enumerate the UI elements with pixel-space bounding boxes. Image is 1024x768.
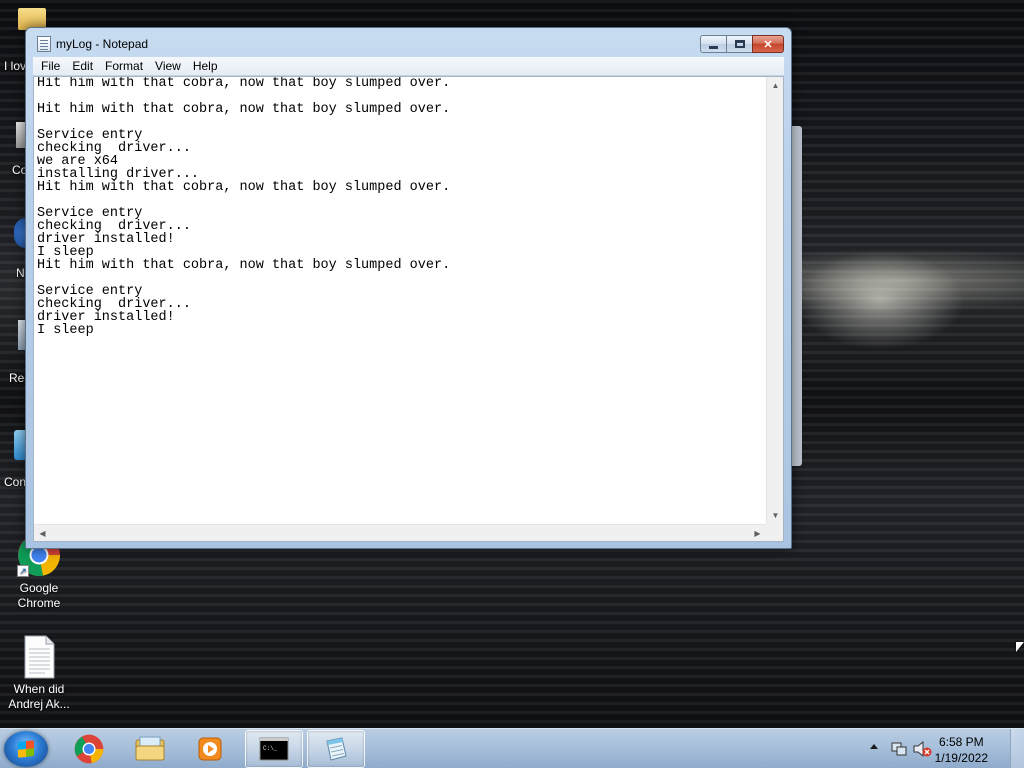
menu-file[interactable]: File bbox=[33, 59, 66, 73]
log-line: Hit him with that cobra, now that boy sl… bbox=[37, 180, 451, 195]
taskbar-chrome-button[interactable] bbox=[60, 730, 118, 768]
restore-icon bbox=[734, 40, 745, 48]
network-icon[interactable] bbox=[890, 740, 908, 758]
shortcut-arrow-icon: ↗ bbox=[17, 565, 29, 577]
desktop-icon-label: Chrome bbox=[17, 596, 61, 610]
close-icon: ✕ bbox=[763, 38, 773, 51]
desktop-icon-label: Andrej Ak... bbox=[8, 697, 70, 711]
clock-time: 6:58 PM bbox=[938, 735, 984, 749]
log-line: driver installed! bbox=[37, 232, 175, 247]
window-title: myLog - Notepad bbox=[56, 37, 149, 51]
caption-buttons: ✕ bbox=[700, 35, 784, 53]
taskbar-cmd-button[interactable]: C:\_ bbox=[245, 730, 303, 768]
minimize-icon bbox=[709, 45, 718, 49]
command-prompt-icon: C:\_ bbox=[259, 737, 289, 761]
menu-view[interactable]: View bbox=[149, 59, 187, 73]
show-desktop-button[interactable] bbox=[1010, 729, 1024, 768]
menu-format[interactable]: Format bbox=[99, 59, 149, 73]
log-line: checking driver... bbox=[37, 141, 191, 156]
minimize-button[interactable] bbox=[700, 35, 727, 53]
show-hidden-icons-icon[interactable] bbox=[870, 744, 878, 749]
clock-date: 1/19/2022 bbox=[934, 751, 988, 765]
svg-text:C:\_: C:\_ bbox=[263, 745, 278, 752]
scroll-right-arrow-icon[interactable]: ▶ bbox=[749, 525, 766, 542]
log-line: driver installed! bbox=[37, 310, 175, 325]
vertical-scrollbar[interactable]: ▲ ▼ bbox=[766, 77, 783, 524]
maximize-button[interactable] bbox=[726, 35, 753, 53]
folder-icon bbox=[135, 736, 165, 761]
desktop-icon-label[interactable]: I lov bbox=[4, 59, 26, 73]
system-tray: 6:58 PM 1/19/2022 bbox=[854, 729, 1024, 768]
horizontal-scrollbar[interactable]: ◀ ▶ bbox=[34, 524, 766, 541]
title-bar[interactable]: myLog - Notepad ✕ bbox=[26, 28, 791, 59]
taskbar-explorer-button[interactable] bbox=[121, 730, 179, 768]
desktop-icon-label[interactable]: Con bbox=[4, 475, 26, 489]
menu-edit[interactable]: Edit bbox=[66, 59, 99, 73]
menu-help[interactable]: Help bbox=[187, 59, 224, 73]
scroll-up-arrow-icon[interactable]: ▲ bbox=[767, 77, 784, 94]
text-area[interactable]: Hit him with that cobra, now that boy sl… bbox=[34, 77, 766, 524]
desktop-icon-label[interactable]: N bbox=[16, 266, 25, 280]
scroll-left-arrow-icon[interactable]: ◀ bbox=[34, 525, 51, 542]
volume-muted-icon[interactable] bbox=[912, 740, 932, 758]
taskbar-media-player-button[interactable] bbox=[181, 730, 239, 768]
notepad-icon bbox=[37, 36, 51, 52]
log-line: Hit him with that cobra, now that boy sl… bbox=[37, 102, 451, 117]
taskbar-notepad-button[interactable] bbox=[307, 730, 365, 768]
notepad-window: myLog - Notepad ✕ File Edit Format View … bbox=[25, 27, 792, 549]
text-file-icon bbox=[17, 634, 61, 679]
text-editor[interactable]: Hit him with that cobra, now that boy sl… bbox=[33, 76, 784, 542]
menu-bar: File Edit Format View Help bbox=[33, 57, 784, 76]
log-line: Hit him with that cobra, now that boy sl… bbox=[37, 77, 451, 91]
notepad-icon bbox=[326, 737, 347, 761]
log-line: I sleep bbox=[37, 323, 94, 338]
desktop-icon-label: Google bbox=[19, 581, 59, 595]
scroll-corner bbox=[766, 524, 783, 541]
mouse-cursor-icon bbox=[1016, 642, 1024, 652]
close-button[interactable]: ✕ bbox=[752, 35, 784, 53]
start-button[interactable] bbox=[4, 731, 48, 767]
taskbar: C:\_ 6:58 PM 1/19/2022 bbox=[0, 728, 1024, 768]
scroll-down-arrow-icon[interactable]: ▼ bbox=[767, 507, 784, 524]
clock[interactable]: 6:58 PM 1/19/2022 bbox=[935, 734, 988, 766]
chrome-icon bbox=[74, 734, 104, 764]
log-line: Hit him with that cobra, now that boy sl… bbox=[37, 258, 451, 273]
desktop-icon-text-document[interactable]: When did Andrej Ak... bbox=[1, 634, 77, 712]
media-player-icon bbox=[198, 737, 222, 761]
desktop-icon-label: When did bbox=[13, 682, 65, 696]
